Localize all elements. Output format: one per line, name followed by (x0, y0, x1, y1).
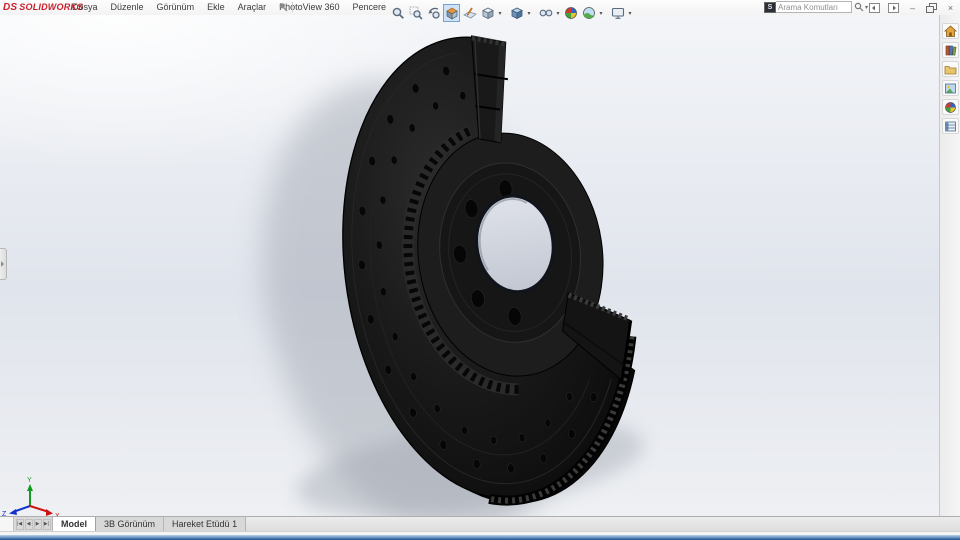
zoom-to-area-button[interactable] (407, 4, 424, 22)
tab-hareket-etudu-1[interactable]: Hareket Etüdü 1 (164, 517, 247, 531)
collapse-pane-right-button[interactable] (887, 2, 900, 13)
view-settings-dropdown-icon[interactable]: ▾ (627, 10, 633, 17)
tab-3d-gorunum[interactable]: 3B Görünüm (96, 517, 165, 531)
triad-y-label: Y (27, 477, 32, 484)
first-tab-button[interactable]: |◀ (15, 518, 24, 530)
view-orientation-button[interactable] (479, 4, 496, 22)
last-tab-button[interactable]: ▶| (42, 518, 51, 530)
heads-up-toolbar: ▾ ▾ ▾ ▾ ▾ (389, 3, 633, 23)
view-settings-button[interactable] (609, 4, 626, 22)
horizontal-scrollbar-stub[interactable] (0, 517, 14, 531)
custom-properties-tab[interactable] (941, 118, 959, 134)
menu-pencere[interactable]: Pencere (353, 2, 387, 12)
apply-scene-button[interactable] (580, 4, 597, 22)
prev-tab-button[interactable]: ◀ (24, 518, 33, 530)
solidworks-window: Y Z X DSSOLIDWORKS Dosya Düzenle Görünüm… (0, 0, 960, 540)
collapse-pane-left-button[interactable] (868, 2, 881, 13)
search-input[interactable] (776, 1, 852, 13)
view-palette-tab[interactable] (941, 80, 959, 96)
tab-navigation: |◀ ◀ ▶ ▶| (14, 517, 53, 531)
search-icon[interactable] (854, 2, 864, 12)
zoom-to-fit-button[interactable] (389, 4, 406, 22)
appearances-scenes-tab[interactable] (941, 99, 959, 115)
edit-appearance-button[interactable] (562, 4, 579, 22)
menu-dosya[interactable]: Dosya (72, 2, 98, 12)
hide-show-items-button[interactable] (537, 4, 554, 22)
menu-gorunum[interactable]: Görünüm (157, 2, 195, 12)
apply-scene-dropdown-icon[interactable]: ▾ (598, 10, 604, 17)
sheet-tab-bar: |◀ ◀ ▶ ▶| Model 3B Görünüm Hareket Etüdü… (0, 516, 960, 531)
restore-button[interactable] (925, 2, 938, 13)
pin-menu-icon[interactable] (278, 2, 288, 12)
window-controls: – × (868, 2, 957, 13)
menu-duzenle[interactable]: Düzenle (111, 2, 144, 12)
graphics-viewport[interactable]: Y Z X (0, 15, 960, 516)
solidworks-resources-tab[interactable] (941, 23, 959, 39)
search-area: S ▾ (764, 1, 868, 13)
dynamic-annotation-views-button[interactable] (461, 4, 478, 22)
feature-manager-collapsed-handle[interactable] (0, 248, 7, 280)
close-button[interactable]: × (944, 2, 957, 13)
tab-model[interactable]: Model (53, 517, 96, 531)
menu-separator (292, 2, 293, 12)
view-orientation-dropdown-icon[interactable]: ▾ (497, 10, 503, 17)
reference-triad: Y Z X (2, 477, 60, 516)
task-pane (939, 15, 960, 516)
display-style-dropdown-icon[interactable]: ▾ (526, 10, 532, 17)
menu-photoview360[interactable]: PhotoView 360 (279, 2, 339, 12)
display-style-button[interactable] (508, 4, 525, 22)
menu-ekle[interactable]: Ekle (207, 2, 225, 12)
section-view-button[interactable] (443, 4, 460, 22)
design-library-tab[interactable] (941, 42, 959, 58)
file-explorer-tab[interactable] (941, 61, 959, 77)
main-menu: Dosya Düzenle Görünüm Ekle Araçlar Photo… (72, 2, 386, 12)
menu-araclar[interactable]: Araçlar (238, 2, 267, 12)
next-tab-button[interactable]: ▶ (33, 518, 42, 530)
taskbar-edge (0, 535, 960, 540)
minimize-button[interactable]: – (906, 2, 919, 13)
search-scope-icon[interactable]: S (764, 1, 776, 13)
previous-view-button[interactable] (425, 4, 442, 22)
brake-disc-model: Y Z X (2, 35, 644, 516)
hide-show-dropdown-icon[interactable]: ▾ (555, 10, 561, 17)
